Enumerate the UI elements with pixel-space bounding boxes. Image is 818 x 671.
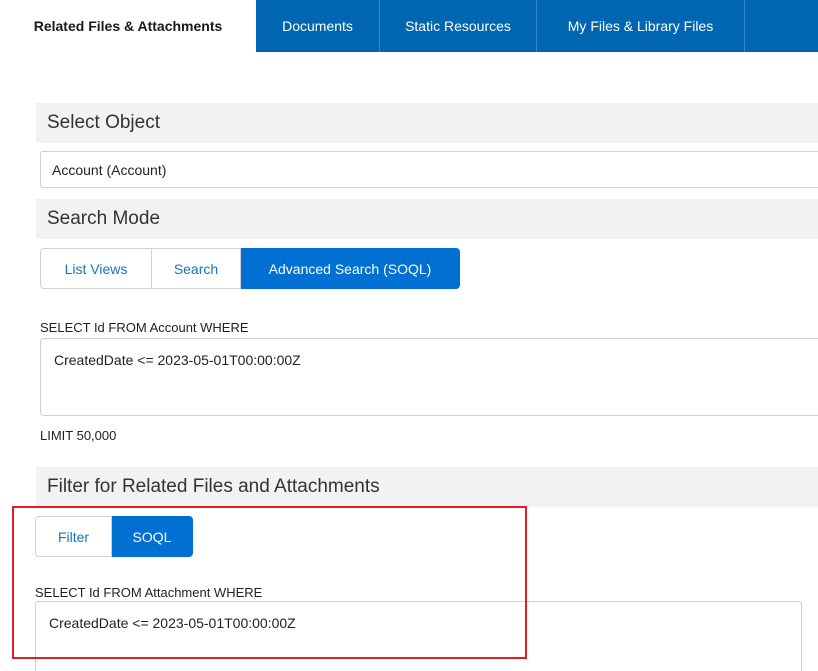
limit-label: LIMIT 50,000 xyxy=(40,428,117,443)
soql-button[interactable]: SOQL xyxy=(112,516,193,557)
search-mode-header: Search Mode xyxy=(36,199,818,239)
filter-button[interactable]: Filter xyxy=(35,516,112,557)
tab-my-files-library-files[interactable]: My Files & Library Files xyxy=(537,0,745,52)
select-object-header: Select Object xyxy=(36,103,818,143)
tab-static-resources[interactable]: Static Resources xyxy=(380,0,537,52)
attachment-where-textarea[interactable]: CreatedDate <= 2023-05-01T00:00:00Z xyxy=(35,601,802,671)
filter-mode-button-group: Filter SOQL xyxy=(35,516,193,557)
object-select[interactable]: Account (Account) xyxy=(40,151,818,188)
tab-documents[interactable]: Documents xyxy=(256,0,380,52)
advanced-search-soql-button[interactable]: Advanced Search (SOQL) xyxy=(241,248,460,289)
search-button[interactable]: Search xyxy=(152,248,241,289)
list-views-button[interactable]: List Views xyxy=(40,248,152,289)
search-mode-button-group: List Views Search Advanced Search (SOQL) xyxy=(40,248,460,289)
account-query-prefix: SELECT Id FROM Account WHERE xyxy=(40,320,249,335)
tab-bar: Related Files & Attachments Documents St… xyxy=(0,0,818,52)
account-where-textarea[interactable]: CreatedDate <= 2023-05-01T00:00:00Z xyxy=(40,338,818,416)
tab-related-files-attachments[interactable]: Related Files & Attachments xyxy=(0,0,256,52)
attachment-query-prefix: SELECT Id FROM Attachment WHERE xyxy=(35,585,263,600)
filter-related-files-header: Filter for Related Files and Attachments xyxy=(36,467,818,507)
